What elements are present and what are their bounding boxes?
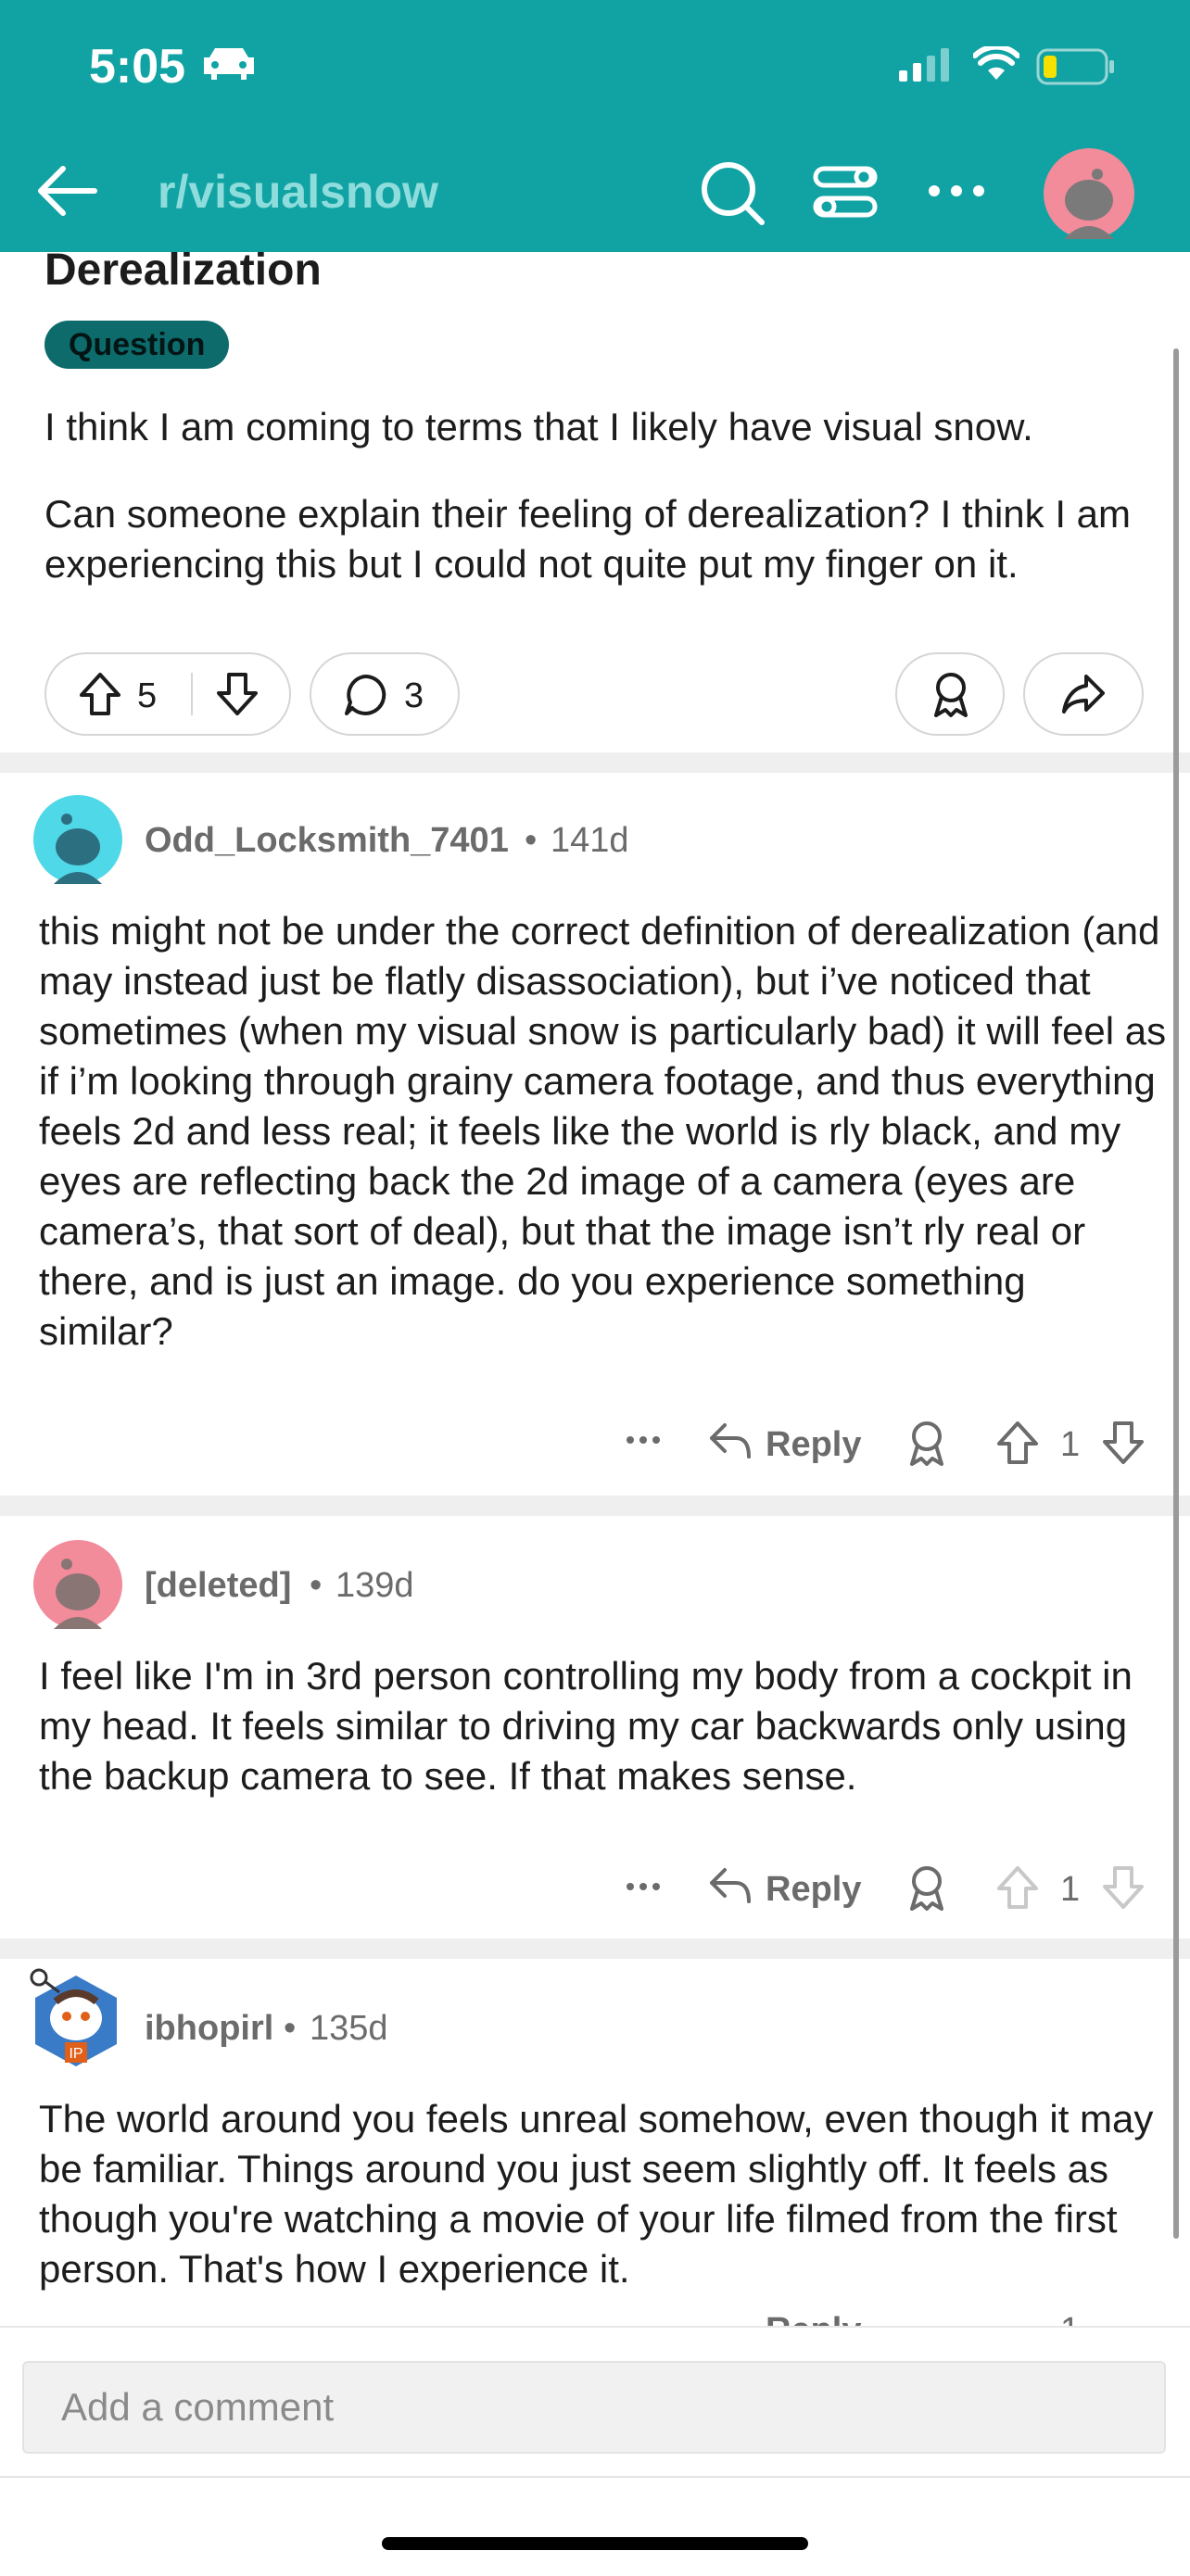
svg-text:IP: IP	[69, 2046, 82, 2062]
upvote-icon[interactable]	[78, 671, 122, 717]
comment-separator: •	[284, 2009, 297, 2048]
section-divider	[0, 1496, 1190, 1516]
downvote-icon[interactable]	[215, 671, 260, 717]
section-divider	[0, 1938, 1190, 1959]
reply-arrow-icon[interactable]	[708, 1866, 753, 1905]
comment-username[interactable]: [deleted]	[145, 1566, 291, 1606]
downvote-icon[interactable]	[1101, 1864, 1146, 1911]
upvote-icon[interactable]	[995, 1864, 1040, 1911]
comment-text: this might not be under the correct defi…	[39, 909, 1167, 1353]
section-divider	[0, 752, 1190, 773]
vote-divider	[191, 673, 193, 715]
comment-avatar[interactable]: IP	[28, 1964, 124, 2072]
comment-separator: •	[525, 821, 538, 860]
post-body-paragraph-1: I think I am coming to terms that I like…	[44, 405, 1033, 448]
post-title[interactable]: Derealization	[44, 245, 322, 296]
reply-button[interactable]: Reply	[766, 1870, 861, 1910]
comment-text: I feel like I'm in 3rd person controllin…	[39, 1654, 1133, 1798]
add-comment-input[interactable]: Add a comment	[22, 2361, 1166, 2454]
wifi-icon	[973, 46, 1019, 82]
comment-age: 141d	[551, 821, 629, 860]
upvote-icon[interactable]	[995, 1420, 1040, 1466]
more-options-icon[interactable]	[625, 1434, 662, 1446]
more-options-icon[interactable]	[625, 1881, 662, 1892]
comment-username[interactable]: Odd_Locksmith_7401	[145, 821, 509, 861]
scrollbar[interactable]	[1173, 348, 1179, 2239]
subreddit-name[interactable]: r/visualsnow	[158, 165, 438, 219]
back-arrow-icon[interactable]	[35, 163, 100, 219]
reply-button[interactable]: Reply	[766, 1425, 861, 1465]
signal-icon	[899, 48, 955, 82]
post-comment-count: 3	[404, 676, 424, 715]
user-avatar-icon[interactable]	[1044, 148, 1134, 239]
more-options-icon[interactable]	[927, 183, 986, 198]
comment-username[interactable]: ibhopirl	[145, 2009, 273, 2049]
comment-bubble-icon	[343, 673, 387, 717]
comment-age: 139d	[335, 1566, 414, 1605]
award-icon[interactable]	[905, 1418, 949, 1468]
status-time: 5:05	[89, 40, 186, 94]
composer-divider	[0, 2476, 1190, 2478]
comment-text: The world around you feels unreal someho…	[39, 2097, 1154, 2291]
search-icon[interactable]	[699, 159, 767, 228]
sort-filter-icon[interactable]	[812, 163, 879, 222]
comment-separator: •	[310, 1566, 323, 1605]
award-icon	[929, 669, 973, 719]
battery-icon	[1036, 48, 1116, 85]
comment-score: 1	[1060, 1870, 1081, 1909]
award-icon[interactable]	[905, 1863, 949, 1913]
comment-avatar[interactable]	[33, 1540, 122, 1629]
car-icon	[202, 44, 256, 82]
post-body-paragraph-2: Can someone explain their feeling of der…	[44, 492, 1132, 586]
post-flair[interactable]: Question	[44, 321, 230, 369]
home-indicator[interactable]	[382, 2537, 808, 2550]
post-vote-count: 5	[137, 676, 158, 715]
reply-arrow-icon[interactable]	[708, 1421, 753, 1460]
downvote-icon[interactable]	[1101, 1420, 1146, 1466]
comment-avatar[interactable]	[33, 795, 122, 884]
share-arrow-icon	[1060, 673, 1107, 715]
comment-score: 1	[1060, 1425, 1081, 1464]
comment-age: 135d	[310, 2009, 388, 2048]
